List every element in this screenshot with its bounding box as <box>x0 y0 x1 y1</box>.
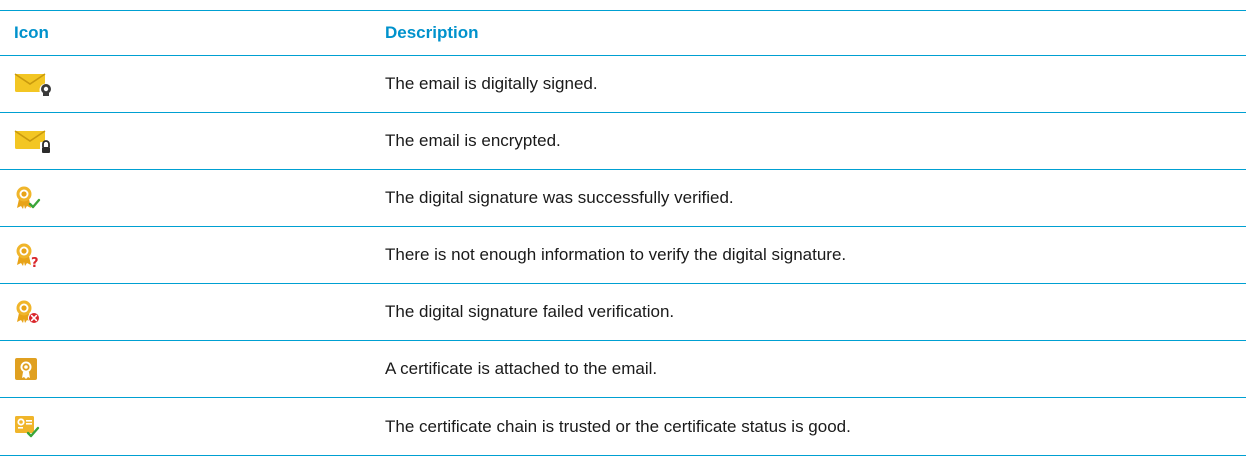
email-signed-icon <box>0 71 385 97</box>
row-description: The email is digitally signed. <box>385 74 598 93</box>
table-row: ? There is not enough information to ver… <box>0 227 1246 284</box>
table-row: A certificate is attached to the email. <box>0 341 1246 398</box>
table-row: The digital signature failed verificatio… <box>0 284 1246 341</box>
row-description: A certificate is attached to the email. <box>385 359 658 378</box>
row-description: The digital signature was successfully v… <box>385 188 734 207</box>
table-row: The email is encrypted. <box>0 113 1246 170</box>
header-icon-column: Icon <box>14 23 49 42</box>
table-row: The digital signature was successfully v… <box>0 170 1246 227</box>
row-description: The certificate chain is trusted or the … <box>385 416 851 436</box>
signature-unknown-icon: ? <box>0 242 385 268</box>
table-header: Icon Description <box>0 10 1246 56</box>
svg-text:?: ? <box>31 256 39 268</box>
header-description-column: Description <box>385 23 479 42</box>
row-description: There is not enough information to verif… <box>385 245 847 264</box>
certificate-trusted-icon <box>0 414 385 440</box>
table-row: The email is digitally signed. <box>0 56 1246 113</box>
signature-failed-icon <box>0 299 385 325</box>
row-description: The email is encrypted. <box>385 131 561 150</box>
certificate-attached-icon <box>0 356 385 382</box>
email-encrypted-icon <box>0 128 385 154</box>
table-row: The certificate chain is trusted or the … <box>0 398 1246 456</box>
row-description: The digital signature failed verificatio… <box>385 302 675 321</box>
signature-verified-icon <box>0 185 385 211</box>
security-icons-table: Icon Description The email is digitally … <box>0 10 1246 456</box>
